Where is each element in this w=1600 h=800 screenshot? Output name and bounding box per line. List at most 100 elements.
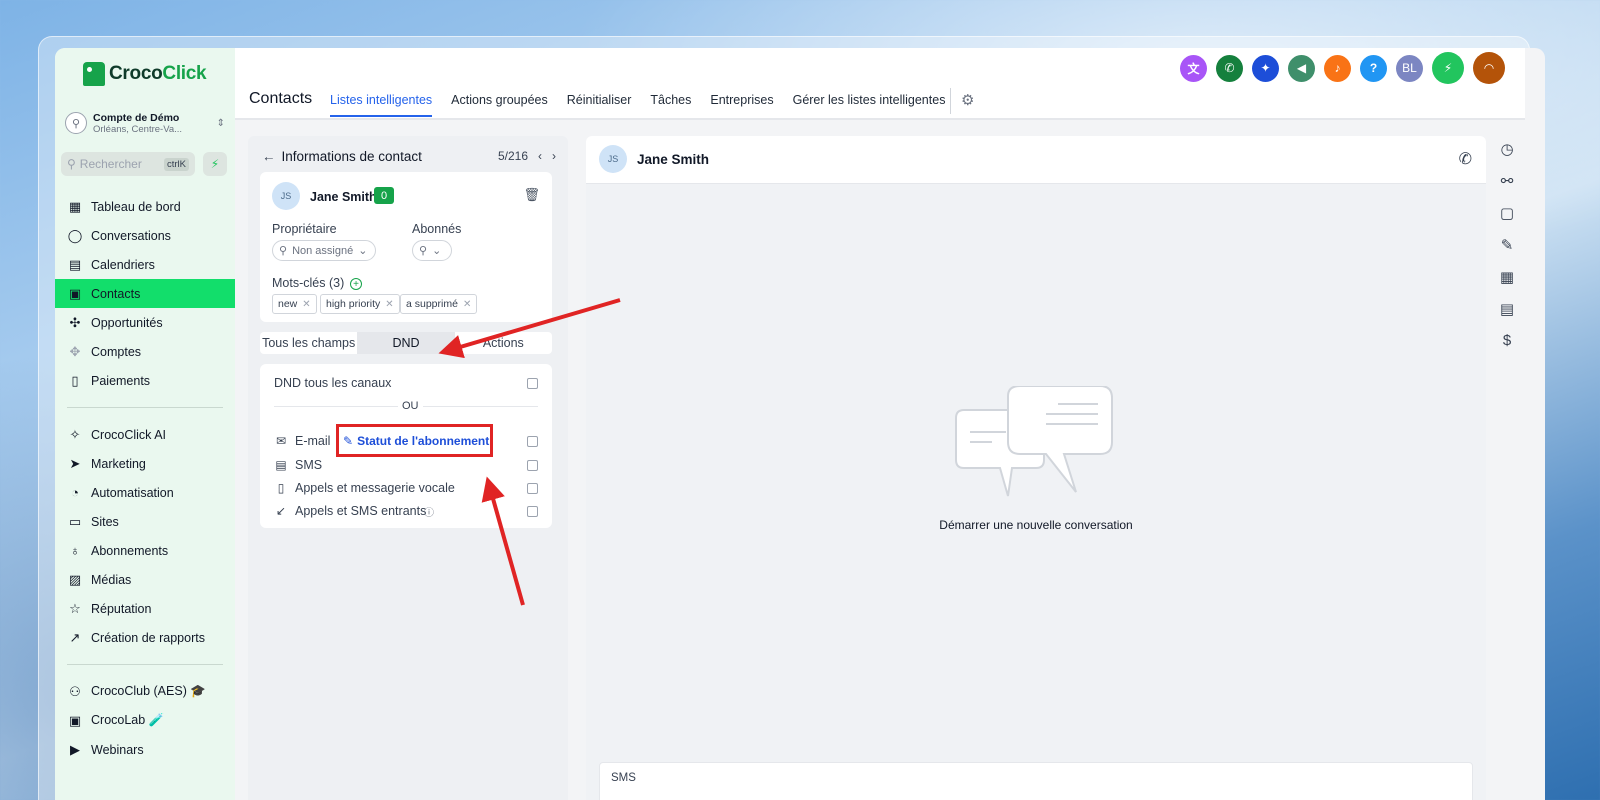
sidebar-item-label: Calendriers xyxy=(91,257,155,272)
bell-icon[interactable]: ♪ xyxy=(1324,54,1351,82)
contact-section-tabs: Tous les champs DND Actions xyxy=(260,332,552,354)
sidebar-item-dashboard[interactable]: ▦ Tableau de bord xyxy=(55,192,235,221)
sidebar-item-contacts[interactable]: ▣ Contacts xyxy=(55,279,235,308)
info-icon[interactable]: ⓘ xyxy=(424,504,434,519)
history-icon[interactable]: ◷ xyxy=(1498,140,1516,158)
sidebar-item-calendars[interactable]: ▤ Calendriers xyxy=(55,250,235,279)
account-switcher[interactable]: ⚲ Compte de Démo Orléans, Centre-Va... ⇕ xyxy=(65,108,225,138)
search-icon: ⚲ xyxy=(67,157,76,171)
owner-select[interactable]: ⚲ Non assigné ⌄ xyxy=(272,240,376,261)
empty-state-text: Démarrer une nouvelle conversation xyxy=(939,518,1133,532)
sidebar-item-reputation[interactable]: ☆ Réputation xyxy=(55,594,235,623)
tag-chip: a supprimé ✕ xyxy=(400,294,478,314)
sidebar-item-conversations[interactable]: ◯ Conversations xyxy=(55,221,235,250)
ai-sparkle-icon[interactable]: ✦ xyxy=(1252,54,1279,82)
help-icon[interactable]: ? xyxy=(1360,54,1387,82)
sidebar-item-accounts[interactable]: ✥ Comptes xyxy=(55,337,235,366)
app-window: CrocoClick ⚲ Compte de Démo Orléans, Cen… xyxy=(55,48,1545,800)
send-icon: ➤ xyxy=(69,455,81,471)
dnd-sms-checkbox[interactable] xyxy=(527,460,538,471)
sidebar-item-marketing[interactable]: ➤ Marketing xyxy=(55,449,235,478)
add-tag-button[interactable]: + xyxy=(350,278,362,290)
sidebar-item-label: Création de rapports xyxy=(91,630,205,645)
composer-tab-sms[interactable]: SMS xyxy=(611,772,636,784)
sidebar-item-media[interactable]: ▨ Médias xyxy=(55,565,235,594)
contacts-icon: ▣ xyxy=(68,285,82,301)
dnd-sms-label: SMS xyxy=(295,458,323,472)
sidebar-item-reporting[interactable]: ↗ Création de rapports xyxy=(55,623,235,652)
sidebar-item-label: Conversations xyxy=(91,228,171,243)
tab-tasks[interactable]: Tâches xyxy=(650,93,691,117)
right-icon-rail: ◷ ⚯ ▢ ✎ ▦ ▤ $ xyxy=(1486,136,1526,800)
dnd-all-checkbox[interactable] xyxy=(527,378,538,389)
workflow-icon[interactable]: ⚯ xyxy=(1498,172,1516,190)
contacts-tabs: Listes intelligentes Actions groupées Ré… xyxy=(330,93,945,117)
followers-label: Abonnés xyxy=(412,222,462,236)
top-header: Contacts Listes intelligentes Actions gr… xyxy=(235,48,1525,120)
logo-text: CrocoClick xyxy=(109,63,207,85)
tab-companies[interactable]: Entreprises xyxy=(710,93,773,117)
sidebar-item-automation[interactable]: ◔ Automatisation xyxy=(55,478,235,507)
sidebar-item-crocolab[interactable]: ▣ CrocoLab 🧪 xyxy=(55,706,235,735)
gear-icon[interactable]: ⚙ xyxy=(961,91,974,109)
notes-icon[interactable]: ✎ xyxy=(1498,236,1516,254)
dnd-calls-checkbox[interactable] xyxy=(527,483,538,494)
dnd-email-label: E-mail xyxy=(295,434,331,448)
user-avatar[interactable]: BL xyxy=(1396,54,1423,82)
dnd-all-label: DND tous les canaux xyxy=(274,376,392,390)
sparkle-icon: ✧ xyxy=(69,426,81,442)
payments-icon[interactable]: $ xyxy=(1498,332,1516,349)
lightning-icon[interactable]: ⚡ xyxy=(1432,52,1464,84)
back-arrow-icon[interactable]: ← xyxy=(262,149,276,164)
quick-action-button[interactable]: ⚡ xyxy=(203,152,227,176)
tag-chip: high priority ✕ xyxy=(320,294,400,314)
sidebar-divider xyxy=(67,664,223,665)
trash-icon[interactable]: 🗑 xyxy=(523,187,540,203)
dnd-inbound-checkbox[interactable] xyxy=(527,506,538,517)
user-icon: ⚲ xyxy=(419,245,428,257)
dnd-email-checkbox[interactable] xyxy=(527,436,538,447)
chevron-left-icon[interactable]: ‹ xyxy=(538,149,542,163)
tab-manage-smart-lists[interactable]: Gérer les listes intelligentes xyxy=(793,93,946,117)
conversation-contact-name: Jane Smith xyxy=(637,152,710,167)
close-icon[interactable]: ✕ xyxy=(463,299,471,310)
close-icon[interactable]: ✕ xyxy=(302,299,310,310)
tab-smart-lists[interactable]: Listes intelligentes xyxy=(330,93,433,117)
sidebar-item-opportunities[interactable]: ✣ Opportunités xyxy=(55,308,235,337)
tab-bulk-actions[interactable]: Actions groupées xyxy=(451,93,548,117)
chevron-right-icon[interactable]: › xyxy=(552,149,556,163)
contact-pagination: 5/216 xyxy=(497,149,528,163)
composer: SMS xyxy=(599,762,1473,800)
tab-divider xyxy=(950,88,951,114)
headset-icon[interactable]: ◠ xyxy=(1473,52,1505,84)
logo[interactable]: CrocoClick xyxy=(83,62,207,86)
tasks-icon[interactable]: ▢ xyxy=(1498,204,1516,222)
phone-icon[interactable]: ✆ xyxy=(1459,149,1472,169)
tab-actions[interactable]: Actions xyxy=(455,332,552,354)
translate-icon[interactable]: 文 xyxy=(1180,54,1207,82)
search-input[interactable]: ⚲ Rechercher ctrlK xyxy=(61,152,195,176)
sidebar-item-webinars[interactable]: ▶ Webinars xyxy=(55,735,235,764)
sidebar-item-payments[interactable]: ▯ Paiements xyxy=(55,366,235,395)
account-info: Compte de Démo Orléans, Centre-Va... xyxy=(93,112,211,135)
mobile-icon: ▯ xyxy=(277,481,285,495)
owner-label: Propriétaire xyxy=(272,222,337,236)
subscription-status-link[interactable]: ✎ Statut de l'abonnement xyxy=(336,424,493,457)
sidebar-item-sites[interactable]: ▭ Sites xyxy=(55,507,235,536)
tab-dnd[interactable]: DND xyxy=(357,332,455,354)
sidebar-item-ai[interactable]: ✧ CrocoClick AI xyxy=(55,420,235,449)
tab-restore[interactable]: Réinitialiser xyxy=(567,93,632,117)
page-title: Contacts xyxy=(249,90,313,107)
close-icon[interactable]: ✕ xyxy=(385,299,393,310)
appointments-icon[interactable]: ▦ xyxy=(1498,268,1516,286)
megaphone-icon[interactable]: ◀ xyxy=(1288,54,1315,82)
tag-chip: new ✕ xyxy=(272,294,317,314)
phone-icon[interactable]: ✆ xyxy=(1216,54,1243,82)
sidebar-item-crococlub[interactable]: ⚇ CrocoClub (AES) 🎓 xyxy=(55,677,235,706)
sidebar-nav: ▦ Tableau de bord ◯ Conversations ▤ Cale… xyxy=(55,192,235,764)
tab-all-fields[interactable]: Tous les champs xyxy=(260,332,357,354)
followers-select[interactable]: ⚲ ⌄ xyxy=(412,240,452,261)
documents-icon[interactable]: ▤ xyxy=(1498,300,1516,318)
sidebar-item-memberships[interactable]: ♁ Abonnements xyxy=(55,536,235,565)
account-icon: ⚲ xyxy=(65,112,87,134)
